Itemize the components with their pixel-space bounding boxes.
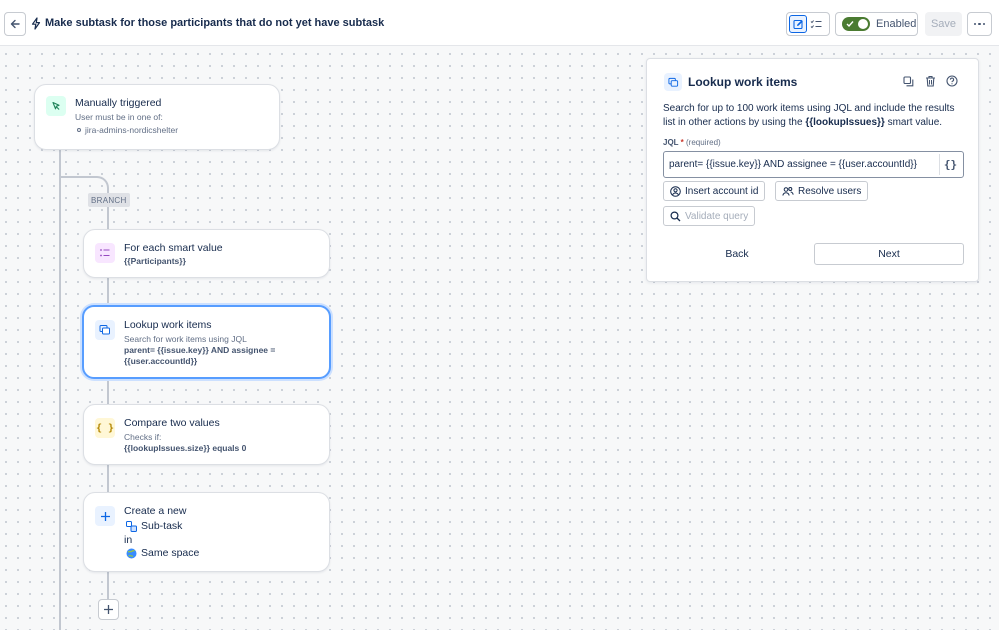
step-subtitle: Search for work items using JQL bbox=[124, 334, 247, 344]
more-actions-button[interactable] bbox=[967, 12, 992, 36]
delete-button[interactable] bbox=[923, 74, 937, 88]
help-icon bbox=[946, 75, 958, 87]
for-each-icon-badge bbox=[95, 243, 115, 263]
create-icon-badge bbox=[95, 506, 115, 526]
resolve-users-button[interactable]: Resolve users bbox=[775, 181, 869, 201]
lightning-icon bbox=[31, 17, 41, 30]
list-view-button[interactable] bbox=[807, 15, 825, 33]
step-title: Create a new bbox=[124, 505, 187, 517]
back-button[interactable] bbox=[4, 12, 26, 36]
smart-value-picker-button[interactable]: {} bbox=[939, 154, 961, 175]
insert-account-id-label: Insert account id bbox=[685, 185, 759, 197]
jql-input[interactable]: parent= {{issue.key}} AND assignee = {{u… bbox=[663, 151, 964, 178]
compare-icon-badge: { } bbox=[95, 418, 115, 438]
issue-type-line: Sub-task bbox=[126, 520, 182, 532]
jql-value: parent= {{issue.key}} AND assignee = {{u… bbox=[669, 159, 917, 170]
trash-icon bbox=[925, 75, 935, 87]
jql-label: JQL * (required) bbox=[663, 138, 721, 147]
panel-back-button[interactable]: Back bbox=[663, 243, 811, 265]
step-card-lookup[interactable]: Lookup work items Search for work items … bbox=[82, 305, 331, 379]
validate-query-button[interactable]: Validate query bbox=[663, 206, 756, 226]
arrow-left-icon bbox=[10, 19, 20, 29]
step-title: Lookup work items bbox=[124, 319, 212, 331]
user-circle-icon bbox=[670, 185, 681, 197]
resolve-users-label: Resolve users bbox=[798, 185, 862, 197]
search-items-icon bbox=[99, 325, 110, 335]
lookup-icon-badge bbox=[95, 320, 115, 340]
issue-type-label: Sub-task bbox=[141, 520, 183, 532]
help-button[interactable] bbox=[945, 74, 959, 88]
required-mark: * bbox=[680, 138, 684, 147]
step-detail: parent= {{issue.key}} AND assignee = bbox=[124, 345, 276, 355]
search-icon bbox=[670, 210, 681, 221]
cursor-click-icon bbox=[52, 101, 60, 110]
space-line: Same space bbox=[126, 547, 199, 559]
step-card-compare[interactable]: { } Compare two values Checks if: {{look… bbox=[83, 404, 330, 465]
enabled-toggle[interactable]: Enabled bbox=[835, 12, 918, 36]
rule-title: Make subtask for those participants that… bbox=[45, 17, 385, 29]
panel-description: Search for up to 100 work items using JQ… bbox=[663, 102, 967, 130]
panel-icon-badge bbox=[664, 73, 682, 91]
globe-icon bbox=[126, 548, 137, 558]
step-detail: {{user.accountId}} bbox=[124, 356, 198, 366]
add-step-button[interactable] bbox=[98, 599, 119, 620]
jql-label-text: JQL bbox=[663, 138, 679, 147]
view-toggle bbox=[786, 12, 830, 36]
trigger-icon-badge bbox=[46, 96, 66, 116]
edit-icon bbox=[792, 19, 803, 29]
edit-view-button[interactable] bbox=[789, 15, 807, 33]
duplicate-button[interactable] bbox=[901, 74, 915, 88]
braces-icon: {} bbox=[943, 158, 958, 171]
people-icon bbox=[782, 186, 794, 196]
enabled-label: Enabled bbox=[876, 18, 917, 30]
step-card-for-each[interactable]: For each smart value {{Participants}} bbox=[83, 229, 330, 278]
description-text-end: smart value. bbox=[884, 117, 943, 128]
copy-icon bbox=[902, 75, 913, 86]
toggle-switch[interactable] bbox=[842, 17, 870, 31]
step-title: Compare two values bbox=[124, 417, 220, 429]
plus-icon bbox=[104, 605, 113, 614]
step-subtitle: Checks if: bbox=[124, 432, 162, 442]
more-icon bbox=[973, 22, 977, 26]
flow-main-line bbox=[59, 150, 61, 630]
checklist-icon bbox=[810, 19, 822, 28]
trigger-group-name: jira-admins-nordicshelter bbox=[85, 125, 179, 135]
braces-icon: { } bbox=[95, 422, 115, 434]
panel-next-button[interactable]: Next bbox=[814, 243, 964, 265]
bullet-icon bbox=[77, 128, 81, 132]
space-label: Same space bbox=[141, 547, 200, 559]
toggle-knob bbox=[858, 19, 868, 29]
search-items-icon bbox=[667, 77, 678, 87]
step-detail: {{Participants}} bbox=[124, 256, 186, 266]
step-connector-text: in bbox=[124, 534, 133, 546]
subtask-icon bbox=[126, 520, 137, 532]
trigger-group-item: jira-admins-nordicshelter bbox=[77, 125, 178, 135]
validate-query-label: Validate query bbox=[685, 210, 749, 222]
save-button[interactable]: Save bbox=[925, 12, 962, 36]
top-header: Make subtask for those participants that… bbox=[0, 0, 999, 46]
step-card-create[interactable]: Create a new Sub-task in Same space bbox=[83, 492, 330, 572]
trigger-title: Manually triggered bbox=[75, 97, 162, 109]
config-panel: Lookup work items Search for up to 100 w… bbox=[646, 58, 979, 282]
branch-label: BRANCH bbox=[88, 193, 130, 207]
step-title: For each smart value bbox=[124, 242, 223, 254]
check-icon bbox=[846, 21, 854, 28]
panel-title: Lookup work items bbox=[688, 75, 798, 89]
trigger-card[interactable]: Manually triggered User must be in one o… bbox=[34, 84, 280, 150]
trigger-subtitle: User must be in one of: bbox=[75, 112, 163, 122]
plus-icon bbox=[100, 511, 110, 521]
list-icon bbox=[100, 249, 110, 257]
insert-account-id-button[interactable]: Insert account id bbox=[663, 181, 766, 201]
step-detail: {{lookupIssues.size}} equals 0 bbox=[124, 443, 247, 453]
required-hint: (required) bbox=[686, 138, 721, 147]
smart-value-token: {{lookupIssues}} bbox=[805, 117, 885, 128]
